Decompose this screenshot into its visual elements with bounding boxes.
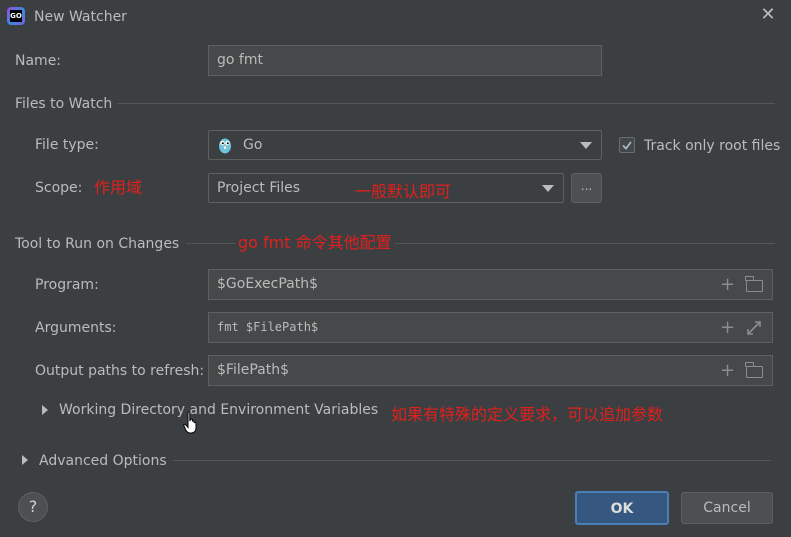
expand-arrow-icon[interactable] bbox=[22, 455, 28, 465]
close-icon[interactable]: ✕ bbox=[759, 6, 777, 24]
advanced-options-toggle[interactable]: Advanced Options bbox=[39, 452, 167, 470]
chevron-down-icon[interactable] bbox=[580, 142, 592, 149]
gopher-icon bbox=[217, 136, 233, 154]
plus-icon[interactable]: + bbox=[720, 319, 735, 337]
file-type-value: Go bbox=[243, 137, 263, 153]
folder-icon[interactable] bbox=[745, 362, 763, 378]
dialog-title: New Watcher bbox=[34, 9, 127, 25]
section-divider bbox=[117, 103, 775, 104]
plus-icon[interactable]: + bbox=[720, 362, 735, 380]
scope-label: Scope: bbox=[35, 180, 83, 196]
goland-app-icon: GO bbox=[7, 7, 25, 25]
name-label: Name: bbox=[15, 53, 62, 69]
extra-params-annotation: 如果有特殊的定义要求，可以追加参数 bbox=[391, 405, 664, 424]
track-root-checkbox[interactable] bbox=[619, 137, 635, 153]
track-root-label: Track only root files bbox=[644, 138, 781, 154]
program-label: Program: bbox=[35, 277, 99, 293]
hand-cursor-icon bbox=[183, 411, 199, 435]
chevron-down-icon[interactable] bbox=[542, 185, 554, 192]
scope-value: Project Files bbox=[217, 180, 301, 196]
title-bar: GO New Watcher ✕ bbox=[0, 0, 791, 34]
arguments-label: Arguments: bbox=[35, 320, 117, 336]
scope-annotation: 作用域 bbox=[94, 178, 143, 197]
output-paths-input[interactable]: $FilePath$ bbox=[208, 355, 773, 386]
section-divider bbox=[173, 460, 771, 461]
help-button[interactable]: ? bbox=[18, 492, 48, 522]
cancel-button[interactable]: Cancel bbox=[681, 492, 773, 524]
tool-section-header: Tool to Run on Changes bbox=[15, 236, 180, 252]
expand-arrow-icon[interactable] bbox=[42, 405, 48, 415]
output-paths-label: Output paths to refresh: bbox=[35, 363, 205, 379]
scope-default-annotation: 一般默认即可 bbox=[355, 182, 452, 201]
name-input[interactable]: go fmt bbox=[208, 45, 602, 76]
arguments-input[interactable]: fmt $FilePath$ bbox=[208, 312, 773, 343]
file-type-label: File type: bbox=[35, 137, 99, 153]
folder-icon[interactable] bbox=[745, 276, 763, 292]
files-to-watch-header: Files to Watch bbox=[15, 96, 113, 112]
expand-icon[interactable] bbox=[745, 319, 763, 337]
working-directory-toggle[interactable]: Working Directory and Environment Variab… bbox=[59, 401, 378, 419]
program-input[interactable]: $GoExecPath$ bbox=[208, 269, 773, 300]
tool-annotation: go fmt 命令其他配置 bbox=[235, 233, 395, 253]
ok-button[interactable]: OK bbox=[575, 491, 669, 525]
file-type-dropdown[interactable]: Go bbox=[208, 130, 602, 160]
scope-browse-button[interactable]: ... bbox=[571, 173, 602, 203]
plus-icon[interactable]: + bbox=[720, 276, 735, 294]
